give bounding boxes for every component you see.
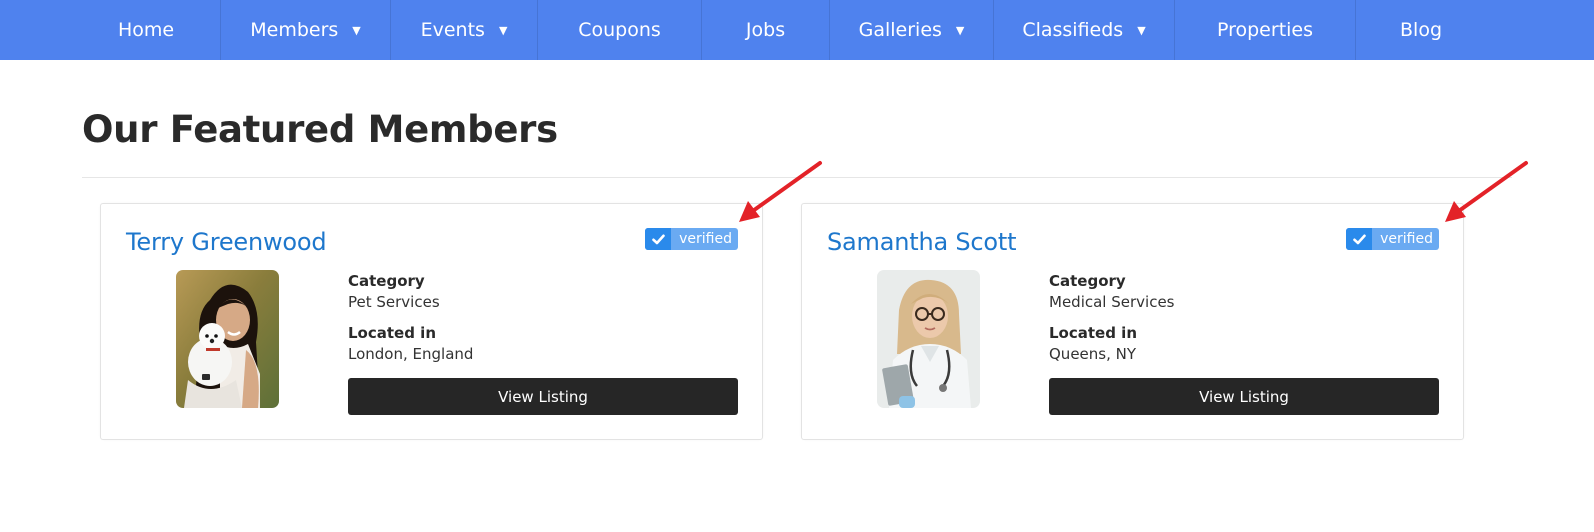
view-listing-button[interactable]: View Listing (1049, 378, 1439, 415)
location-label: Located in (348, 324, 437, 342)
member-name-link[interactable]: Terry Greenwood (126, 228, 327, 256)
caret-down-icon: ▼ (955, 24, 965, 37)
annotation-arrow (739, 161, 822, 222)
member-card: Samantha Scott verified Category Medical… (801, 203, 1464, 440)
nav-label: Properties (1216, 19, 1314, 41)
category-label: Category (348, 272, 425, 290)
member-photo[interactable] (176, 270, 279, 408)
category-label: Category (1049, 272, 1126, 290)
nav-properties[interactable]: Properties (1175, 0, 1356, 60)
nav-label: Home (117, 19, 175, 41)
nav-home[interactable]: Home (72, 0, 221, 60)
category-value: Medical Services (1049, 293, 1175, 311)
nav-label: Blog (1400, 19, 1442, 41)
member-card: Terry Greenwood verified Category Pet Se… (100, 203, 763, 440)
nav-label: Classifieds (1022, 19, 1124, 41)
main-nav: Home Members ▼ Events ▼ Coupons Jobs Gal… (0, 0, 1594, 60)
location-value: London, England (348, 345, 474, 363)
location-value: Queens, NY (1049, 345, 1137, 363)
nav-blog[interactable]: Blog (1356, 0, 1486, 60)
member-photo[interactable] (877, 270, 980, 408)
nav-label: Coupons (578, 19, 661, 41)
nav-galleries[interactable]: Galleries ▼ (830, 0, 994, 60)
verified-label: verified (1380, 231, 1433, 247)
nav-coupons[interactable]: Coupons (538, 0, 702, 60)
nav-members[interactable]: Members ▼ (221, 0, 391, 60)
caret-down-icon: ▼ (352, 24, 361, 37)
verified-label: verified (679, 231, 732, 247)
check-icon (645, 228, 672, 250)
nav-label: Jobs (745, 19, 786, 41)
nav-events[interactable]: Events ▼ (391, 0, 538, 60)
nav-classifieds[interactable]: Classifieds ▼ (994, 0, 1175, 60)
member-name-link[interactable]: Samantha Scott (827, 228, 1017, 256)
nav-jobs[interactable]: Jobs (702, 0, 830, 60)
member-info: Category Medical Services Located in Que… (1049, 272, 1439, 363)
nav-label: Galleries (858, 19, 942, 41)
check-icon (1346, 228, 1373, 250)
annotation-arrow (1445, 161, 1528, 222)
verified-badge: verified (1346, 228, 1439, 250)
caret-down-icon: ▼ (1137, 24, 1146, 37)
nav-label: Members (250, 19, 339, 41)
caret-down-icon: ▼ (498, 24, 508, 37)
nav-label: Events (420, 19, 485, 41)
view-listing-button[interactable]: View Listing (348, 378, 738, 415)
member-info: Category Pet Services Located in London,… (348, 272, 738, 363)
verified-badge: verified (645, 228, 738, 250)
page-title: Our Featured Members (82, 108, 558, 151)
location-label: Located in (1049, 324, 1138, 342)
category-value: Pet Services (348, 293, 440, 311)
